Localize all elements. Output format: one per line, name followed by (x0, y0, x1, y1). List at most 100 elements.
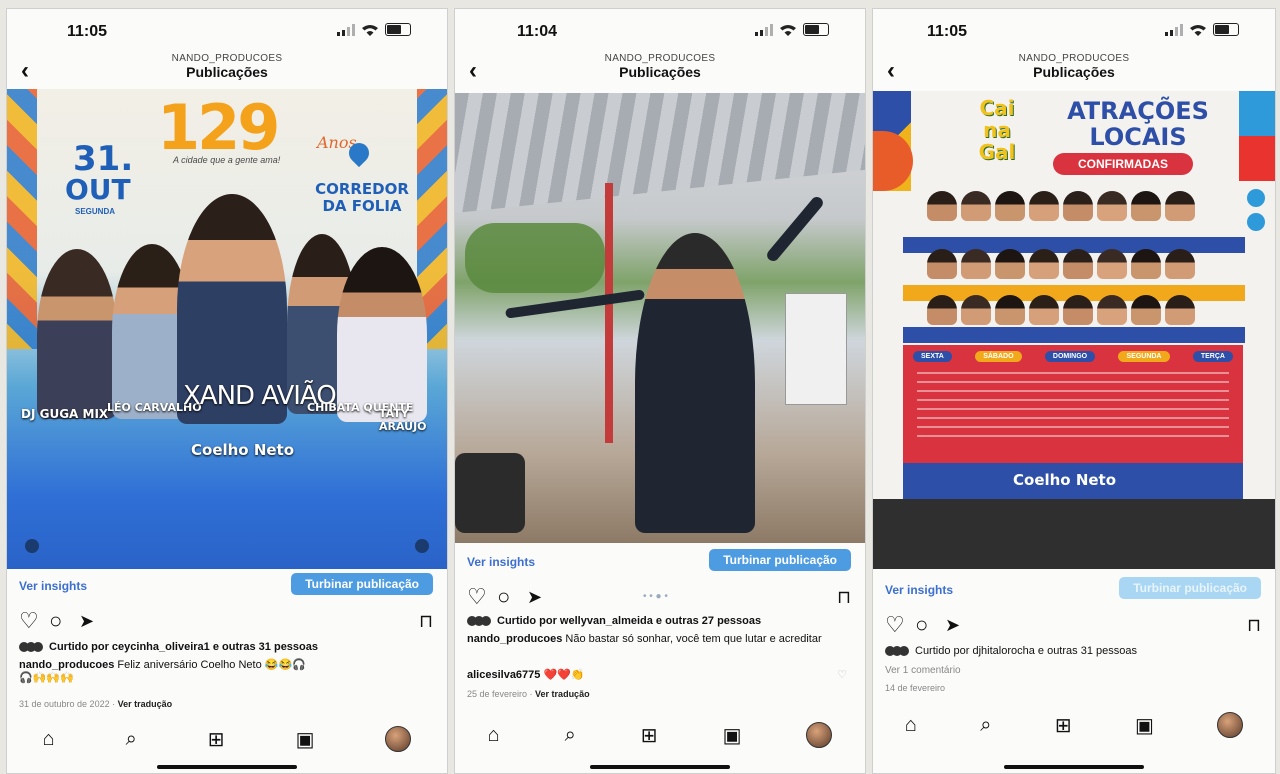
page-header: ‹ NANDO_PRODUCOES Publicações (7, 51, 447, 91)
heart-icon[interactable]: ♡ (467, 583, 487, 611)
back-arrow-icon[interactable]: ‹ (21, 57, 29, 85)
status-icons (755, 23, 829, 36)
mute-icon[interactable] (415, 539, 429, 553)
poster-footer: Coelho Neto (903, 463, 1243, 499)
view-insights-link[interactable]: Ver insights (885, 583, 953, 597)
search-icon[interactable]: ⌕ (980, 714, 991, 737)
search-icon[interactable]: ⌕ (565, 724, 576, 747)
translate-link[interactable]: Ver tradução (118, 699, 173, 709)
brand-logo: Coelho Neto (1013, 471, 1117, 489)
back-arrow-icon[interactable]: ‹ (887, 57, 895, 85)
battery-icon (803, 23, 829, 36)
bookmark-icon[interactable]: ⊓ (1247, 611, 1261, 639)
search-icon[interactable]: ⌕ (126, 728, 137, 751)
likes-summary[interactable]: Curtido por djhitalorocha e outras 31 pe… (885, 645, 1137, 657)
artist-label: DJ GUGA MIX (21, 407, 109, 421)
add-icon[interactable]: ⊞ (641, 723, 658, 748)
reels-icon[interactable]: ▣ (296, 727, 315, 752)
photo-speaker (455, 453, 525, 533)
status-time: 11:05 (67, 23, 108, 40)
view-comments-link[interactable]: Ver 1 comentário (885, 665, 961, 676)
likes-text: Curtido por wellyvan_almeida e outras 27… (497, 615, 762, 627)
comment-like-icon[interactable]: ♡ (837, 669, 847, 682)
view-insights-link[interactable]: Ver insights (19, 579, 87, 593)
post-image-poster[interactable]: Cai na Gal ATRAÇÕES LOCAIS CONFIRMADAS S… (873, 91, 1275, 499)
post-date: 14 de fevereiro (885, 683, 946, 693)
likes-text: Curtido por ceycinha_oliveira1 e outras … (49, 641, 318, 653)
poster-logo: Cai na Gal (978, 96, 1016, 164)
share-icon[interactable]: ➤ (527, 583, 542, 611)
poster-day: SEGUNDA (1118, 351, 1170, 362)
post-date: 25 de fevereiro · Ver tradução (467, 689, 590, 699)
status-icons (337, 23, 411, 36)
status-time: 11:04 (517, 23, 558, 40)
post-image-photo[interactable] (455, 93, 865, 543)
add-icon[interactable]: ⊞ (208, 727, 225, 752)
home-icon[interactable]: ⌂ (488, 724, 500, 747)
caption-username[interactable]: nando_producoes (467, 633, 562, 645)
brand-logo: Coelho Neto (191, 441, 295, 459)
likes-text: Curtido por djhitalorocha e outras 31 pe… (915, 645, 1137, 657)
comment-icon[interactable]: ○ (497, 583, 510, 611)
photo-performer-arm (764, 194, 826, 264)
likes-summary[interactable]: Curtido por ceycinha_oliveira1 e outras … (19, 641, 318, 653)
post-date-text: 31 de outubro de 2022 (19, 699, 110, 709)
action-bar: ♡ ○ ➤ ⊓ (7, 607, 447, 635)
poster-day: TERÇA (1192, 351, 1233, 362)
bookmark-icon[interactable]: ⊓ (419, 607, 433, 635)
bookmark-icon[interactable]: ⊓ (837, 583, 851, 611)
home-icon[interactable]: ⌂ (905, 714, 917, 737)
profile-avatar[interactable] (385, 726, 412, 752)
heart-icon[interactable]: ♡ (885, 611, 905, 639)
boost-post-button[interactable]: Turbinar publicação (1119, 577, 1261, 599)
share-icon[interactable]: ➤ (945, 611, 960, 639)
poster-tagline: A cidade que a gente ama! (173, 155, 281, 165)
caption-extra: 🎧🙌🙌🙌 (19, 672, 74, 684)
poster-schedule-panel: SEXTA SÁBADO DOMINGO SEGUNDA TERÇA (903, 345, 1243, 463)
signal-icon (1165, 23, 1183, 36)
comment-icon[interactable]: ○ (49, 607, 62, 635)
profile-avatar[interactable] (806, 722, 833, 748)
battery-icon (385, 23, 411, 36)
boost-post-button[interactable]: Turbinar publicação (709, 549, 851, 571)
share-icon[interactable]: ➤ (79, 607, 94, 635)
poster-dot (1247, 213, 1265, 231)
poster-day: SÁBADO (975, 351, 1022, 362)
poster-heading-2: LOCAIS (1089, 123, 1187, 151)
poster-dot (1247, 189, 1265, 207)
home-indicator (1004, 765, 1144, 769)
page-title: Publicações (619, 64, 701, 80)
phone-screen-1: 11:05 ‹ NANDO_PRODUCOES Publicações 129 … (6, 8, 448, 774)
user-tag-icon[interactable] (25, 539, 39, 553)
caption-text: Não bastar só sonhar, você tem que lutar… (565, 633, 822, 645)
home-icon[interactable]: ⌂ (43, 728, 55, 751)
back-arrow-icon[interactable]: ‹ (469, 57, 477, 85)
profile-avatar[interactable] (1217, 712, 1244, 738)
signal-icon (755, 23, 773, 36)
heart-icon[interactable]: ♡ (19, 607, 39, 635)
caption-username[interactable]: nando_producoes (19, 659, 114, 671)
reels-icon[interactable]: ▣ (723, 723, 742, 748)
view-insights-link[interactable]: Ver insights (467, 555, 535, 569)
phone-screen-2: 11:04 ‹ NANDO_PRODUCOES Publicações Ver … (454, 8, 866, 774)
page-header: ‹ NANDO_PRODUCOES Publicações (455, 51, 865, 91)
battery-icon (1213, 23, 1239, 36)
insights-bar: Ver insights Turbinar publicação (873, 571, 1275, 609)
artist-label: TATY ARAÚJO (379, 407, 427, 433)
poster-number: 129 (157, 91, 280, 164)
caption: nando_producoes Feliz aniversário Coelho… (19, 659, 435, 685)
post-date: 31 de outubro de 2022 · Ver tradução (19, 699, 173, 709)
add-icon[interactable]: ⊞ (1055, 713, 1072, 738)
comment-username[interactable]: alicesilva6775 (467, 669, 540, 681)
likes-summary[interactable]: Curtido por wellyvan_almeida e outras 27… (467, 615, 761, 627)
translate-link[interactable]: Ver tradução (535, 689, 590, 699)
home-indicator (157, 765, 297, 769)
insights-bar: Ver insights Turbinar publicação (455, 543, 865, 581)
comment-icon[interactable]: ○ (915, 611, 928, 639)
reels-icon[interactable]: ▣ (1135, 713, 1154, 738)
boost-post-button[interactable]: Turbinar publicação (291, 573, 433, 595)
post-image-poster[interactable]: 129 Anos A cidade que a gente ama! 31. O… (7, 89, 447, 569)
photo-table (785, 293, 847, 405)
home-indicator (590, 765, 730, 769)
poster-corner-shape (1239, 91, 1275, 181)
